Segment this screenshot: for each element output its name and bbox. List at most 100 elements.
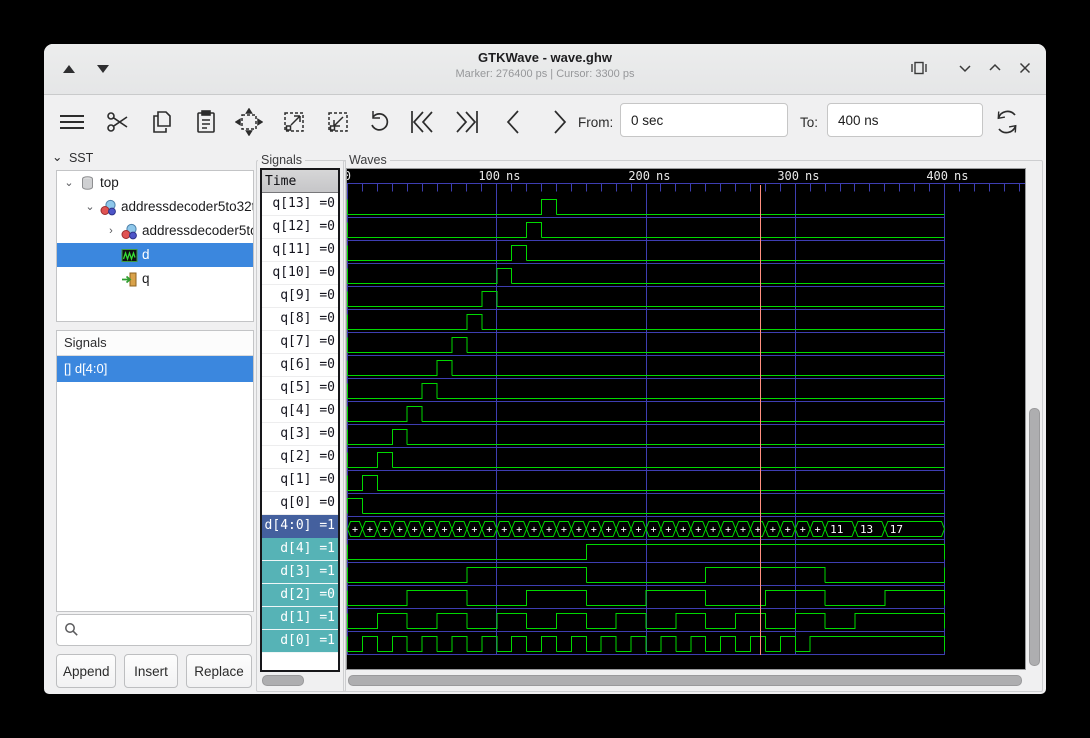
signal-row[interactable]: q[13] =0 <box>262 193 338 216</box>
triangle-up-icon <box>63 65 75 73</box>
signal-row[interactable]: q[7] =0 <box>262 331 338 354</box>
zoom-out-button[interactable] <box>280 107 310 137</box>
zoom-in-button[interactable] <box>324 107 354 137</box>
prev-edge-icon <box>499 107 529 137</box>
tree-item-q[interactable]: q <box>57 267 253 291</box>
svg-text:+: + <box>710 525 716 536</box>
svg-text:+: + <box>725 525 731 536</box>
svg-text:+: + <box>650 525 656 536</box>
sst-tree[interactable]: ⌄top⌄addressdecoder5to32tes› addressdecod… <box>56 170 254 322</box>
svg-text:+: + <box>770 525 776 536</box>
signal-row[interactable]: d[2] =0 <box>262 584 338 607</box>
signal-row[interactable]: d[1] =1 <box>262 607 338 630</box>
signal-row[interactable]: d[3] =1 <box>262 561 338 584</box>
reload-button[interactable] <box>992 107 1022 137</box>
tree-item-addressdecoder5to32[interactable]: › addressdecoder5to32 <box>57 219 253 243</box>
signal-table-hscrollbar <box>260 675 340 685</box>
waveform-canvas[interactable]: 0100ns200ns300ns400ns+++++++++++++++++++… <box>347 169 1025 669</box>
signal-row[interactable]: q[3] =0 <box>262 423 338 446</box>
zoom-out-icon <box>280 108 308 136</box>
svg-text:100: 100 <box>478 169 500 183</box>
svg-text:+: + <box>531 525 537 536</box>
signal-row[interactable]: q[1] =0 <box>262 469 338 492</box>
reload-icon <box>992 107 1022 137</box>
expander-open-icon[interactable]: ⌄ <box>82 195 98 219</box>
sst-label: SST <box>69 151 93 165</box>
cut-button[interactable] <box>104 107 134 137</box>
tree-item-addressdecoder5to32tes[interactable]: ⌄addressdecoder5to32tes <box>57 195 253 219</box>
copy-button[interactable] <box>148 107 178 137</box>
wave-vscrollbar-thumb[interactable] <box>1029 408 1040 666</box>
menu-button[interactable] <box>57 107 87 137</box>
search-icon <box>64 622 79 637</box>
svg-text:ns: ns <box>954 169 968 183</box>
signal-table-hscrollbar-thumb[interactable] <box>262 675 304 686</box>
close-button[interactable] <box>1014 58 1036 80</box>
skip-start-icon <box>408 107 438 137</box>
insert-button[interactable]: Insert <box>124 654 178 688</box>
skip-end-icon <box>451 107 481 137</box>
append-button[interactable]: Append <box>56 654 116 688</box>
signal-row[interactable]: q[10] =0 <box>262 262 338 285</box>
prev-edge-button[interactable] <box>499 107 529 137</box>
time-column-header[interactable]: Time <box>262 170 338 193</box>
cut-icon <box>104 108 132 136</box>
signals-list-item[interactable]: [] d[4:0] <box>57 356 253 382</box>
skip-to-end-button[interactable] <box>451 107 481 137</box>
svg-text:+: + <box>427 525 433 536</box>
chevron-down-icon <box>955 58 975 78</box>
svg-text:+: + <box>546 525 552 536</box>
signal-row[interactable]: d[0] =1 <box>262 630 338 653</box>
signals-frame-label: Signals <box>258 153 305 167</box>
tree-item-top[interactable]: ⌄top <box>57 171 253 195</box>
svg-text:+: + <box>576 525 582 536</box>
from-input[interactable] <box>620 103 788 137</box>
signal-row[interactable]: d[4] =1 <box>262 538 338 561</box>
svg-text:300: 300 <box>777 169 799 183</box>
shift-left-button[interactable] <box>58 61 80 77</box>
signal-row[interactable]: q[0] =0 <box>262 492 338 515</box>
signals-list[interactable]: [] d[4:0] <box>57 356 253 382</box>
minimize-button[interactable] <box>954 58 976 80</box>
to-input[interactable] <box>827 103 983 137</box>
svg-text:11: 11 <box>830 523 843 536</box>
expander-open-icon[interactable]: ⌄ <box>61 171 77 195</box>
undo-button[interactable] <box>365 107 395 137</box>
triangle-down-icon <box>97 65 109 73</box>
fit-window-button[interactable] <box>908 58 930 80</box>
window-title: GTKWave - wave.ghw <box>44 50 1046 65</box>
signal-row[interactable]: q[11] =0 <box>262 239 338 262</box>
next-edge-icon <box>544 107 574 137</box>
svg-text:+: + <box>665 525 671 536</box>
signal-rows: q[13] =0q[12] =0q[11] =0q[10] =0q[9] =0q… <box>262 193 338 653</box>
module-icon <box>121 223 138 240</box>
tree-item-d[interactable]: d <box>57 243 253 267</box>
signal-row[interactable]: d[4:0] =1 <box>262 515 338 538</box>
shift-right-button[interactable] <box>92 61 114 77</box>
skip-to-start-button[interactable] <box>408 107 438 137</box>
svg-text:17: 17 <box>890 523 903 536</box>
svg-text:+: + <box>695 525 701 536</box>
signal-row[interactable]: q[9] =0 <box>262 285 338 308</box>
signal-row[interactable]: q[6] =0 <box>262 354 338 377</box>
signal-row[interactable]: q[2] =0 <box>262 446 338 469</box>
from-label: From: <box>578 115 613 130</box>
zoom-fit-button[interactable] <box>235 107 265 137</box>
sst-expander[interactable]: ⌄ SST <box>52 150 93 165</box>
signal-row[interactable]: q[4] =0 <box>262 400 338 423</box>
maximize-button[interactable] <box>984 58 1006 80</box>
to-label: To: <box>800 115 818 130</box>
expander-closed-icon[interactable]: › <box>103 219 119 243</box>
tree-item-label: addressdecoder5to32 <box>142 219 253 243</box>
signal-row[interactable]: q[12] =0 <box>262 216 338 239</box>
replace-button[interactable]: Replace <box>186 654 252 688</box>
signal-row[interactable]: q[8] =0 <box>262 308 338 331</box>
search-input[interactable] <box>85 616 249 646</box>
next-edge-button[interactable] <box>544 107 574 137</box>
signal-row[interactable]: q[5] =0 <box>262 377 338 400</box>
svg-text:13: 13 <box>860 523 873 536</box>
svg-text:+: + <box>441 525 447 536</box>
wave-hscrollbar-thumb[interactable] <box>348 675 1022 686</box>
svg-text:ns: ns <box>506 169 520 183</box>
paste-button[interactable] <box>192 107 222 137</box>
